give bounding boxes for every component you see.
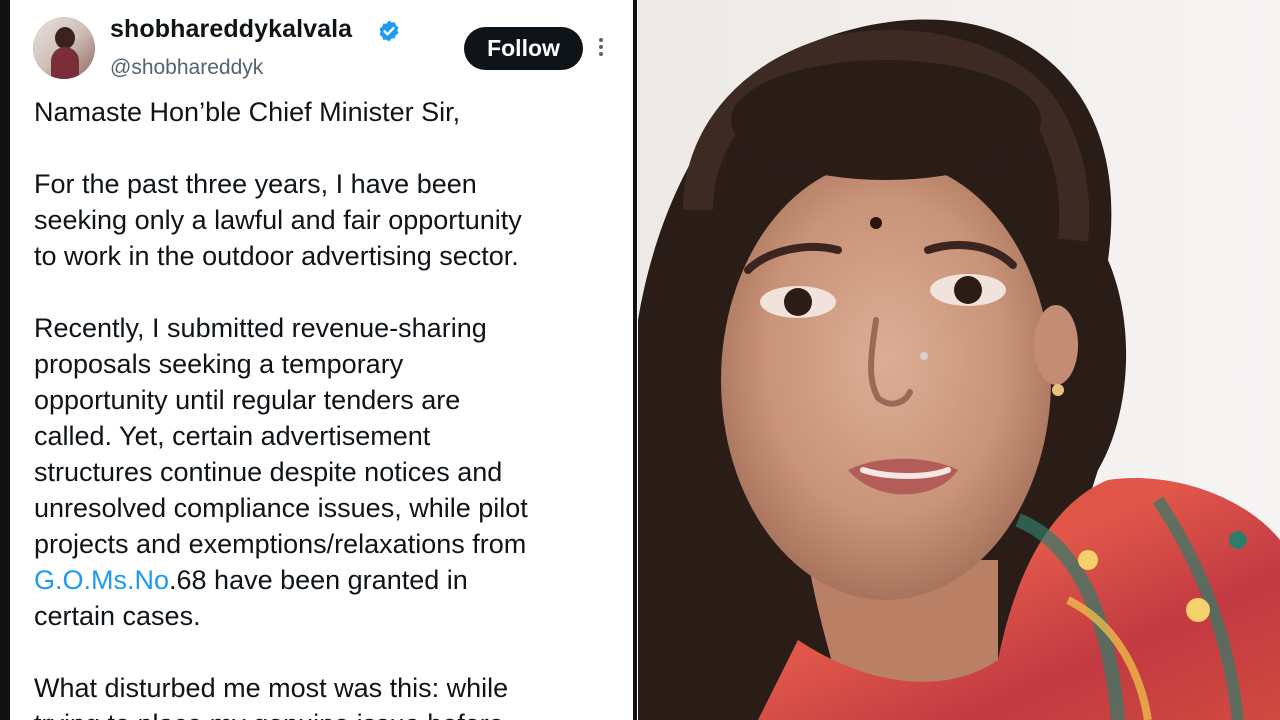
tweet-line: Namaste Hon’ble Chief Minister Sir,	[34, 97, 461, 127]
right-border	[633, 0, 637, 720]
tweet-line: G.O.Ms.No.68 have been granted in	[34, 562, 624, 598]
tweet-line: trying to place my genuine issue before	[34, 706, 624, 720]
go-link[interactable]: G.O.Ms.No	[34, 565, 169, 595]
left-border	[0, 0, 10, 720]
tweet-text: Namaste Hon’ble Chief Minister Sir, For …	[34, 94, 624, 720]
tweet-card: shobhareddykalvala @shobhareddyk Follow …	[0, 0, 637, 720]
tweet-line: What disturbed me most was this: while	[34, 673, 509, 703]
tweet-line-tail: .68 have been granted in	[169, 565, 468, 595]
tweet-line: projects and exemptions/relaxations from	[34, 529, 527, 559]
avatar[interactable]	[33, 17, 95, 79]
verified-badge-icon	[379, 20, 399, 42]
display-name[interactable]: shobhareddykalvala	[110, 15, 352, 44]
tweet-line: seeking only a lawful and fair opportuni…	[34, 205, 522, 235]
tweet-line: unresolved compliance issues, while pilo…	[34, 493, 528, 523]
handle[interactable]: @shobhareddyk	[110, 56, 263, 80]
tweet-line: Recently, I submitted revenue-sharing	[34, 313, 487, 343]
tweet-line: certain cases.	[34, 601, 201, 631]
tweet-line: to work in the outdoor advertising secto…	[34, 241, 519, 271]
video-frame	[638, 0, 1280, 720]
woman-portrait-image	[638, 19, 1280, 720]
tweet-line: For the past three years, I have been	[34, 169, 477, 199]
tweet-line: opportunity until regular tenders are	[34, 385, 461, 415]
tweet-line: structures continue despite notices and	[34, 457, 503, 487]
tweet-line: called. Yet, certain advertisement	[34, 421, 431, 451]
more-options-icon[interactable]	[597, 38, 605, 62]
tweet-line: proposals seeking a temporary	[34, 349, 404, 379]
follow-button[interactable]: Follow	[464, 27, 583, 70]
